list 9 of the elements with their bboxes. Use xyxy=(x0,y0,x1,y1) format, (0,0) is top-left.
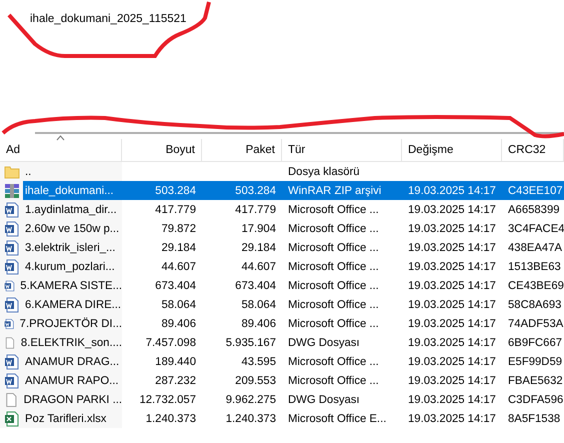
archive-icon xyxy=(4,182,20,198)
table-cell: C43EE107 xyxy=(502,181,564,200)
table-cell: WinRAR ZIP arşivi xyxy=(282,181,402,200)
file-name: ihale_dokumani_2025_115521 xyxy=(30,13,186,25)
table-cell: 503.284 xyxy=(202,181,282,200)
file-name-cell[interactable]: ihale_dokumani... xyxy=(23,181,122,200)
table-cell: 19.03.2025 14:17 xyxy=(402,181,502,200)
table-cell: 503.284 xyxy=(122,181,202,200)
folder-icon xyxy=(4,164,20,178)
